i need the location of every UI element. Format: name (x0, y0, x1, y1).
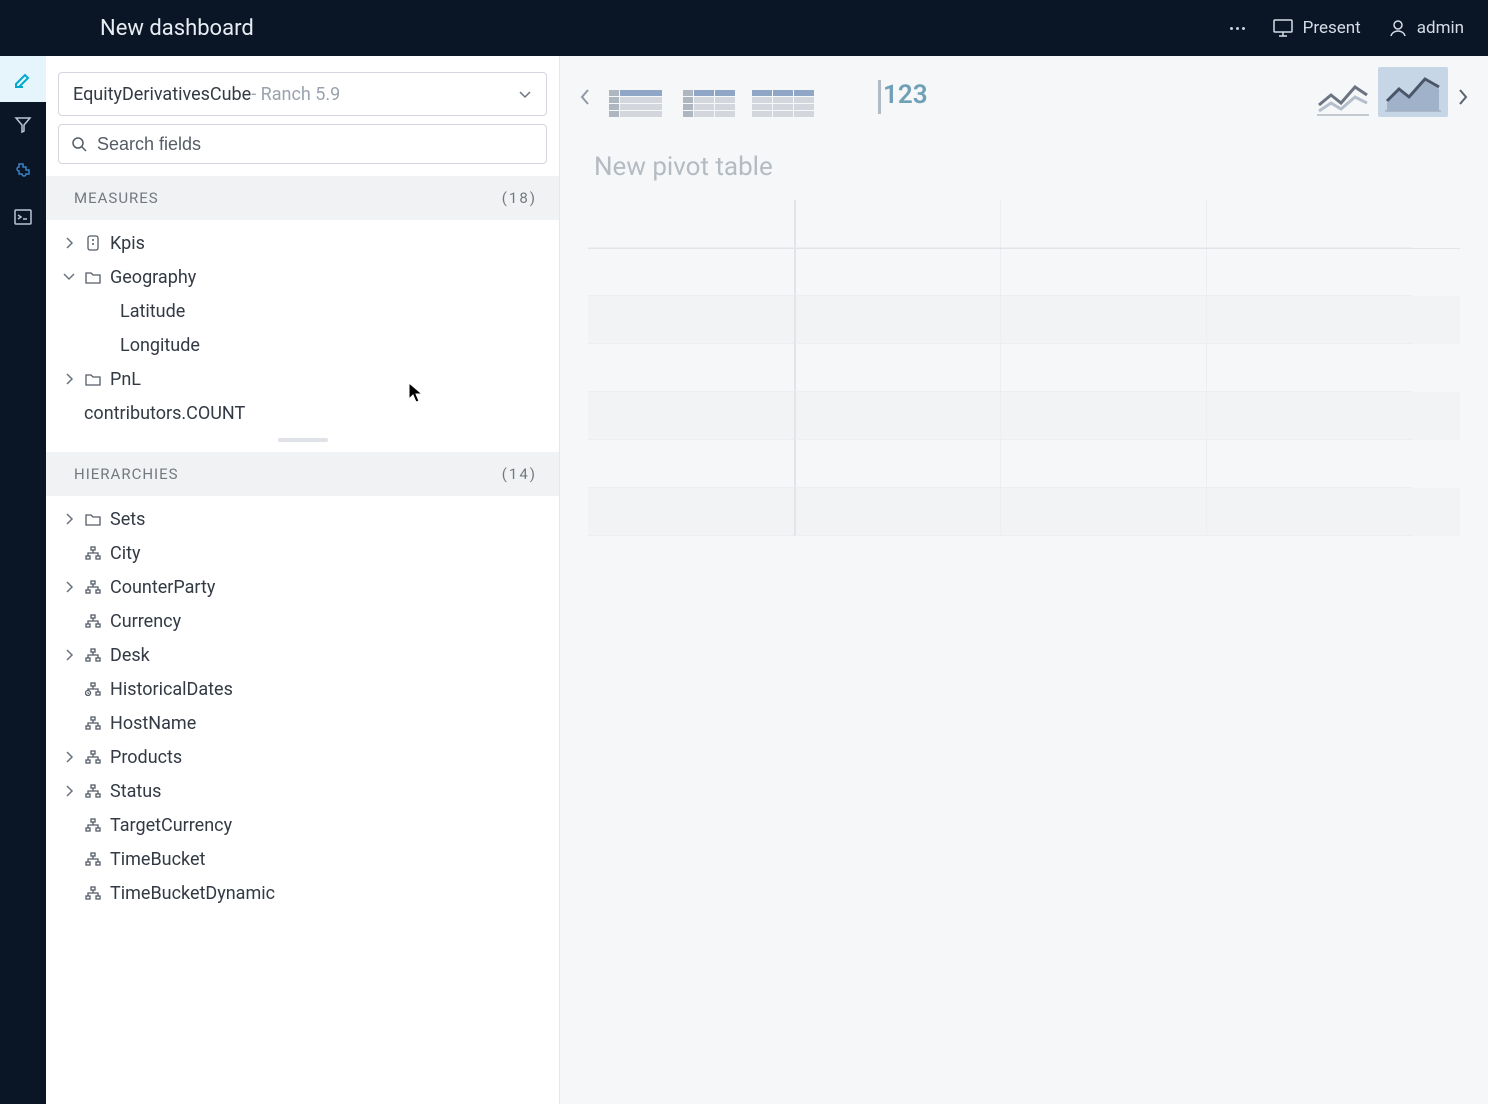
canvas: 123 (560, 56, 1488, 1104)
tree-item-label: Status (110, 781, 161, 802)
tree-item-label: Currency (110, 611, 181, 632)
hierarchies-item[interactable]: TimeBucket (58, 842, 547, 876)
tree-item-label: Geography (110, 267, 196, 288)
tree-item-label: Sets (110, 509, 145, 530)
measures-item[interactable]: Longitude (58, 328, 547, 362)
hierarchies-item[interactable]: CounterParty (58, 570, 547, 604)
tree-item-label: Products (110, 747, 182, 768)
more-icon[interactable] (1230, 27, 1245, 30)
cube-selector[interactable]: EquityDerivativesCube - Ranch 5.9 (58, 72, 547, 116)
hierarchy-icon (84, 716, 102, 730)
viz-table-button[interactable] (600, 73, 670, 121)
viz-toolbar: 123 (560, 56, 1488, 138)
present-button[interactable]: Present (1273, 18, 1361, 38)
hierarchies-header[interactable]: HIERARCHIES (14) (46, 452, 559, 496)
chevron-right-icon[interactable] (62, 237, 76, 249)
hierarchy-icon (84, 546, 102, 560)
tree-item-label: Kpis (110, 233, 145, 254)
chevron-right-icon[interactable] (62, 649, 76, 661)
fields-panel: EquityDerivativesCube - Ranch 5.9 MEASUR… (46, 56, 560, 1104)
hierarchies-item[interactable]: TimeBucketDynamic (58, 876, 547, 910)
tree-item-label: PnL (110, 369, 141, 390)
viz-line-button[interactable] (1308, 73, 1378, 121)
kpi-icon (84, 235, 102, 251)
viz-pivot-button[interactable] (674, 73, 744, 121)
hier-time-icon (84, 682, 102, 696)
tree-item-label: Latitude (120, 301, 185, 322)
widget-title[interactable]: New pivot table (560, 138, 1488, 182)
scroll-right-button[interactable] (1448, 88, 1478, 106)
icon-rail (0, 56, 46, 1104)
tree-item-label: HostName (110, 713, 196, 734)
tree-item-label: Longitude (120, 335, 200, 356)
tree-item-label: CounterParty (110, 577, 215, 598)
measures-item[interactable]: PnL (58, 362, 547, 396)
tree-item-label: Desk (110, 645, 150, 666)
hierarchy-icon (84, 886, 102, 900)
measures-item[interactable]: contributors.COUNT (58, 396, 547, 430)
hierarchies-item[interactable]: City (58, 536, 547, 570)
chevron-right-icon[interactable] (62, 581, 76, 593)
folder-icon (84, 512, 102, 526)
hierarchies-item[interactable]: HistoricalDates (58, 672, 547, 706)
user-icon (1389, 19, 1407, 37)
rail-edit[interactable] (0, 56, 46, 102)
tree-item-label: contributors.COUNT (84, 403, 245, 424)
tree-item-label: City (110, 543, 141, 564)
split-handle[interactable] (278, 438, 328, 442)
chevron-right-icon[interactable] (62, 513, 76, 525)
rail-console[interactable] (0, 194, 46, 240)
measures-item[interactable]: Latitude (58, 294, 547, 328)
hierarchies-item[interactable]: Currency (58, 604, 547, 638)
hierarchies-item[interactable]: Desk (58, 638, 547, 672)
hierarchy-icon (84, 784, 102, 798)
hierarchies-item[interactable]: HostName (58, 706, 547, 740)
tree-item-label: TimeBucket (110, 849, 205, 870)
rail-plugins[interactable] (0, 148, 46, 194)
header: New dashboard Present admin (0, 0, 1488, 56)
chevron-right-icon[interactable] (62, 751, 76, 763)
pivot-skeleton (588, 200, 1460, 536)
folder-icon (84, 270, 102, 284)
viz-area-button[interactable] (1378, 73, 1448, 121)
hierarchy-icon (84, 852, 102, 866)
monitor-icon (1273, 19, 1293, 37)
chevron-right-icon[interactable] (62, 785, 76, 797)
hierarchies-item[interactable]: TargetCurrency (58, 808, 547, 842)
tree-item-label: TargetCurrency (110, 815, 232, 836)
search-icon (71, 136, 87, 152)
hierarchies-item[interactable]: Sets (58, 502, 547, 536)
search-input[interactable] (97, 134, 534, 155)
user-menu[interactable]: admin (1389, 18, 1464, 38)
measures-item[interactable]: Geography (58, 260, 547, 294)
chevron-down-icon[interactable] (62, 272, 76, 282)
measures-tree: Kpis Geography Latitude Longitude PnL contrib… (46, 226, 559, 430)
measures-item[interactable]: Kpis (58, 226, 547, 260)
cube-name: EquityDerivativesCube (73, 84, 251, 105)
tree-item-label: HistoricalDates (110, 679, 233, 700)
hierarchies-tree: Sets City CounterParty Currency Desk Historic… (46, 502, 559, 910)
hierarchy-icon (84, 648, 102, 662)
rail-filter[interactable] (0, 102, 46, 148)
cube-suffix: - Ranch 5.9 (251, 84, 340, 105)
hierarchy-icon (84, 580, 102, 594)
hierarchy-icon (84, 818, 102, 832)
hierarchies-item[interactable]: Products (58, 740, 547, 774)
viz-grid-button[interactable] (748, 73, 818, 121)
hierarchy-icon (84, 614, 102, 628)
viz-number-button[interactable]: 123 (878, 73, 928, 121)
measures-header[interactable]: MEASURES (18) (46, 176, 559, 220)
hierarchy-icon (84, 750, 102, 764)
chevron-right-icon[interactable] (62, 373, 76, 385)
tree-item-label: TimeBucketDynamic (110, 883, 275, 904)
dashboard-title[interactable]: New dashboard (100, 16, 1230, 41)
search-box[interactable] (58, 124, 547, 164)
scroll-left-button[interactable] (570, 88, 600, 106)
hierarchies-item[interactable]: Status (58, 774, 547, 808)
chevron-down-icon (518, 89, 532, 99)
folder-icon (84, 372, 102, 386)
